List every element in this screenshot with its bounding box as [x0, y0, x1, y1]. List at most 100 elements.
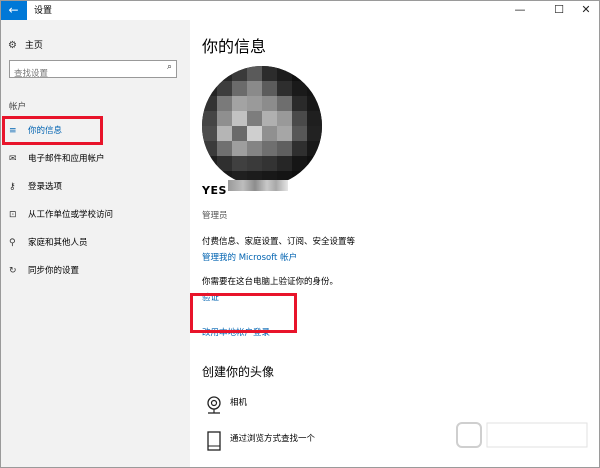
billing-info-text: 付费信息、家庭设置、订阅、安全设置等: [202, 237, 356, 247]
avatar-pixel: [307, 81, 322, 96]
watermark: [455, 417, 595, 457]
avatar-pixel: [232, 141, 247, 156]
sidebar-item-label: 家庭和其他人员: [28, 238, 88, 248]
gear-icon: ⚙: [8, 40, 17, 51]
avatar-pixel: [277, 96, 292, 111]
avatar-pixel: [232, 81, 247, 96]
back-button[interactable]: ←: [0, 0, 27, 20]
sidebar-item-family[interactable]: ⚲ 家庭和其他人员: [0, 231, 190, 255]
avatar-pixel: [277, 141, 292, 156]
avatar-pixel: [307, 66, 322, 81]
account-role: 管理员: [202, 211, 228, 221]
briefcase-icon: ⊡: [9, 210, 17, 220]
avatar-pixel: [262, 66, 277, 81]
avatar-pixel: [232, 111, 247, 126]
search-icon[interactable]: ⌕: [167, 62, 172, 72]
avatar-pixel: [247, 96, 262, 111]
avatar-pixel: [232, 156, 247, 171]
avatar-pixel: [217, 96, 232, 111]
avatar-pixelated-image: [202, 66, 322, 186]
sidebar-item-work-school[interactable]: ⊡ 从工作单位或学校访问: [0, 203, 190, 227]
watermark-logo: [456, 422, 588, 448]
avatar-pixel: [232, 126, 247, 141]
avatar-pixel: [217, 66, 232, 81]
verify-link[interactable]: 验证: [202, 291, 219, 303]
option-label: 相机: [230, 398, 248, 408]
avatar-pixel: [307, 96, 322, 111]
avatar: [202, 66, 322, 186]
avatar-pixel: [262, 96, 277, 111]
username-redaction: [228, 180, 288, 191]
title-bar: ← 设置 — ☐ ✕: [0, 0, 600, 20]
avatar-pixel: [217, 111, 232, 126]
section-label: 帐户: [9, 102, 27, 112]
avatar-pixel: [292, 81, 307, 96]
avatar-pixel: [247, 66, 262, 81]
avatar-pixel: [292, 156, 307, 171]
avatar-pixel: [262, 81, 277, 96]
avatar-pixel: [217, 126, 232, 141]
avatar-pixel: [277, 111, 292, 126]
search-input[interactable]: [14, 67, 154, 81]
avatar-pixel: [307, 141, 322, 156]
avatar-pixel: [247, 111, 262, 126]
avatar-pixel: [217, 141, 232, 156]
camera-icon: [207, 396, 221, 414]
avatar-pixel: [292, 126, 307, 141]
manage-account-link[interactable]: 管理我的 Microsoft 帐户: [202, 251, 297, 263]
main-content: 你的信息 YES 管理员 付费信息、家庭设置、订阅、安全设置等 管理我的 Mic…: [190, 20, 600, 468]
search-box[interactable]: ⌕: [9, 60, 177, 81]
person-card-icon: ≡: [9, 126, 17, 136]
close-button[interactable]: ✕: [570, 0, 600, 20]
home-label: 主页: [24, 41, 43, 51]
avatar-pixel: [247, 156, 262, 171]
sidebar-item-sync[interactable]: ↻ 同步你的设置: [0, 259, 190, 283]
avatar-pixel: [307, 156, 322, 171]
avatar-pixel: [232, 96, 247, 111]
avatar-pixel: [277, 156, 292, 171]
avatar-pixel: [217, 81, 232, 96]
create-avatar-title: 创建你的头像: [202, 365, 275, 379]
avatar-pixel: [262, 156, 277, 171]
option-label: 通过浏览方式查找一个: [230, 434, 316, 444]
sidebar: ⚙ 主页 ⌕ 帐户 ≡ 你的信息 ✉ 电子邮件和应用帐户 ⚷ 登录选项 ⊡ 从工…: [0, 20, 190, 468]
avatar-pixel: [202, 96, 217, 111]
avatar-pixel: [217, 156, 232, 171]
avatar-pixel: [247, 126, 262, 141]
sidebar-item-label: 从工作单位或学校访问: [28, 210, 114, 220]
home-nav[interactable]: ⚙ 主页: [8, 38, 43, 51]
username: YES: [202, 179, 288, 197]
person-icon: ⚲: [9, 238, 16, 248]
avatar-pixel: [247, 81, 262, 96]
username-text: YES: [202, 184, 227, 197]
local-account-link[interactable]: 改用本地帐户登录: [202, 326, 270, 338]
avatar-pixel: [292, 171, 307, 186]
avatar-pixel: [292, 96, 307, 111]
minimize-button[interactable]: —: [504, 0, 536, 20]
sidebar-item-label: 你的信息: [28, 126, 63, 136]
sidebar-item-label: 电子邮件和应用帐户: [28, 154, 105, 164]
avatar-pixel: [277, 81, 292, 96]
avatar-pixel: [277, 126, 292, 141]
browse-file-icon: [207, 431, 221, 451]
window-title: 设置: [34, 6, 53, 16]
avatar-pixel: [202, 126, 217, 141]
sidebar-item-sign-in-options[interactable]: ⚷ 登录选项: [0, 175, 190, 199]
avatar-pixel: [307, 111, 322, 126]
mail-icon: ✉: [9, 154, 17, 164]
avatar-pixel: [307, 171, 322, 186]
avatar-pixel: [262, 141, 277, 156]
avatar-pixel: [307, 126, 322, 141]
avatar-pixel: [292, 66, 307, 81]
avatar-pixel: [202, 141, 217, 156]
sync-icon: ↻: [9, 266, 17, 276]
sidebar-item-label: 登录选项: [28, 182, 63, 192]
sidebar-item-email-accounts[interactable]: ✉ 电子邮件和应用帐户: [0, 147, 190, 171]
avatar-pixel: [232, 66, 247, 81]
avatar-pixel: [202, 81, 217, 96]
avatar-pixel: [202, 156, 217, 171]
verify-text: 你需要在这台电脑上验证你的身份。: [202, 277, 339, 287]
sidebar-item-your-info[interactable]: ≡ 你的信息: [0, 119, 190, 143]
avatar-pixel: [247, 141, 262, 156]
avatar-pixel: [277, 66, 292, 81]
